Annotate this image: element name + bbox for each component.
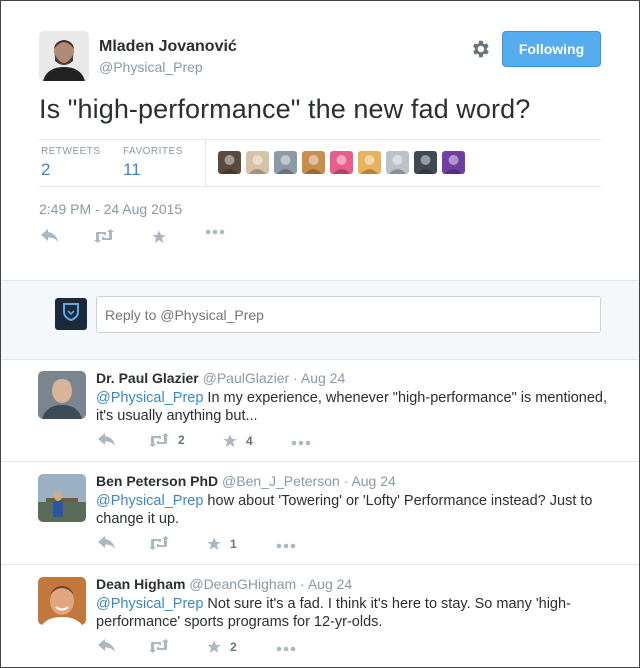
favoriter-avatar[interactable]	[414, 151, 437, 174]
reply-tweet[interactable]: Dr. Paul Glazier @PaulGlazier · Aug 24 @…	[1, 360, 639, 462]
favorites-label: FAVORITES	[123, 146, 183, 157]
retweets-stat[interactable]: RETWEETS 2	[41, 146, 101, 180]
reply-text: @Physical_Prep Not sure it's a fad. I th…	[96, 595, 611, 631]
reply-icon[interactable]	[41, 229, 59, 243]
reply-date[interactable]: Aug 24	[308, 576, 352, 592]
reply-avatar[interactable]	[38, 371, 86, 419]
reply-text: @Physical_Prep how about 'Towering' or '…	[96, 492, 611, 528]
retweet-icon[interactable]	[93, 229, 115, 243]
reply-date[interactable]: Aug 24	[301, 370, 345, 386]
favoriter-avatar[interactable]	[246, 151, 269, 174]
author-name[interactable]: Mladen Jovanović	[99, 38, 237, 56]
tweet-text: Is "high-performance" the new fad word?	[39, 94, 531, 124]
stats-divider	[205, 140, 206, 186]
mention-link[interactable]: @Physical_Prep	[96, 596, 203, 612]
current-user-avatar	[55, 298, 87, 330]
reply-author-name[interactable]: Ben Peterson PhD	[96, 473, 218, 489]
tweet-timestamp[interactable]: 2:49 PM - 24 Aug 2015	[39, 201, 182, 217]
favorite-count: 2	[230, 640, 237, 654]
favoriter-avatars	[218, 151, 465, 174]
more-dots-icon[interactable]	[276, 646, 296, 652]
reply-tweet[interactable]: Dean Higham @DeanGHigham · Aug 24 @Physi…	[1, 566, 639, 667]
favorites-stat[interactable]: FAVORITES 11	[123, 146, 183, 180]
favoriter-avatar[interactable]	[386, 151, 409, 174]
gear-icon[interactable]	[469, 38, 491, 60]
retweets-count: 2	[41, 160, 51, 179]
reply-icon[interactable]	[98, 536, 116, 550]
tweet-stats: RETWEETS 2 FAVORITES 11	[39, 139, 601, 187]
retweet-icon[interactable]: 2	[148, 433, 185, 447]
mention-link[interactable]: @Physical_Prep	[96, 390, 203, 406]
retweet-icon[interactable]	[148, 536, 170, 550]
favoriter-avatar[interactable]	[302, 151, 325, 174]
shield-logo-icon	[62, 302, 80, 327]
reply-author-handle[interactable]: @PaulGlazier	[203, 370, 290, 386]
separator: ·	[296, 576, 308, 592]
reply-icon[interactable]	[98, 433, 116, 447]
separator: ·	[339, 473, 352, 489]
more-dots-icon[interactable]	[291, 440, 311, 446]
reply-icon[interactable]	[98, 639, 116, 653]
reply-header: Dr. Paul Glazier @PaulGlazier · Aug 24	[96, 370, 345, 386]
reply-avatar[interactable]	[38, 474, 86, 522]
reply-date[interactable]: Aug 24	[351, 473, 395, 489]
following-button[interactable]: Following	[502, 31, 601, 67]
tweet-detail-dialog: Mladen Jovanović @Physical_Prep Followin…	[0, 0, 640, 668]
reply-header: Dean Higham @DeanGHigham · Aug 24	[96, 576, 352, 592]
favoriter-avatar[interactable]	[358, 151, 381, 174]
retweet-count: 2	[178, 433, 185, 447]
retweet-icon[interactable]	[148, 639, 170, 653]
reply-author-name[interactable]: Dean Higham	[96, 576, 185, 592]
favoriter-avatar[interactable]	[330, 151, 353, 174]
reply-text: @Physical_Prep In my experience, wheneve…	[96, 389, 611, 425]
favoriter-avatar[interactable]	[274, 151, 297, 174]
reply-author-name[interactable]: Dr. Paul Glazier	[96, 370, 199, 386]
author-avatar[interactable]	[39, 31, 89, 81]
favorite-star-icon[interactable]: 1	[206, 536, 237, 552]
reply-tweet[interactable]: Ben Peterson PhD @Ben_J_Peterson · Aug 2…	[1, 463, 639, 565]
favorite-count: 1	[230, 537, 237, 551]
favorite-star-icon[interactable]: 2	[206, 639, 237, 655]
mention-link[interactable]: @Physical_Prep	[96, 493, 203, 509]
more-dots-icon[interactable]	[276, 543, 296, 549]
reply-header: Ben Peterson PhD @Ben_J_Peterson · Aug 2…	[96, 473, 396, 489]
separator: ·	[289, 370, 301, 386]
author-handle[interactable]: @Physical_Prep	[99, 59, 203, 75]
favorite-count: 4	[246, 434, 253, 448]
reply-author-handle[interactable]: @Ben_J_Peterson	[222, 473, 340, 489]
reply-compose-area	[1, 280, 639, 360]
favoriter-avatar[interactable]	[442, 151, 465, 174]
more-dots-icon[interactable]	[205, 229, 225, 235]
reply-avatar[interactable]	[38, 577, 86, 625]
reply-input[interactable]	[96, 296, 601, 333]
retweets-label: RETWEETS	[41, 146, 101, 157]
favoriter-avatar[interactable]	[218, 151, 241, 174]
reply-author-handle[interactable]: @DeanGHigham	[189, 576, 296, 592]
favorite-star-icon[interactable]: 4	[222, 433, 253, 449]
favorites-count: 11	[123, 160, 141, 179]
favorite-star-icon[interactable]	[151, 229, 167, 245]
